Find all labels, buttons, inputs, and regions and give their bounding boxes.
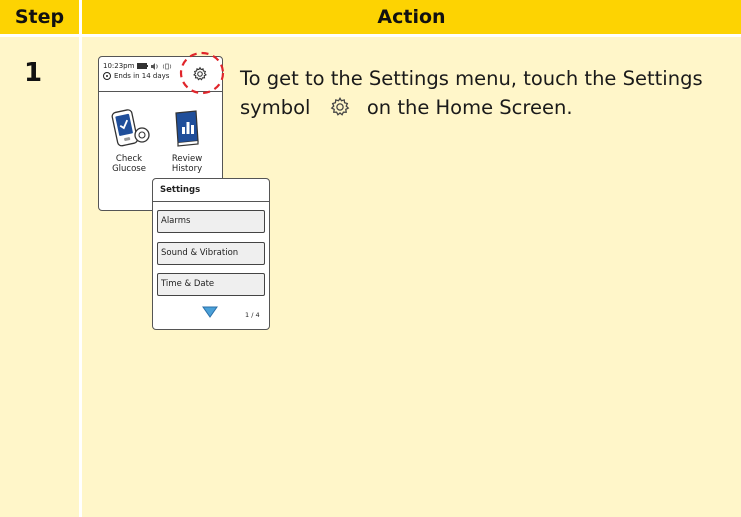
settings-title: Settings <box>160 185 201 195</box>
vibration-icon <box>163 63 172 69</box>
instruction-part2: on the Home Screen. <box>366 96 573 119</box>
menu-item-time-date[interactable]: Time & Date <box>157 273 265 296</box>
book-chart-icon <box>175 110 199 147</box>
step-number: 1 <box>24 58 43 88</box>
check-glucose-line2: Glucose <box>112 164 146 174</box>
speaker-icon <box>151 62 159 70</box>
step-column-header: Step <box>0 0 79 34</box>
reader-sensor-icon <box>111 109 150 147</box>
sensor-icon <box>103 72 111 80</box>
review-history-button[interactable]: Review History <box>162 105 212 174</box>
instruction-text: To get to the Settings menu, touch the S… <box>240 64 730 122</box>
highlight-circle <box>179 51 225 95</box>
check-glucose-button[interactable]: Check Glucose <box>104 105 154 174</box>
step-column <box>0 37 79 517</box>
scroll-down-arrow-icon[interactable] <box>202 306 218 318</box>
check-glucose-line1: Check <box>115 154 143 164</box>
action-column-header: Action <box>82 0 741 34</box>
battery-icon <box>137 63 149 69</box>
review-history-line2: History <box>171 164 203 174</box>
menu-item-alarms[interactable]: Alarms <box>157 210 265 233</box>
page-indicator: 1 / 4 <box>245 311 260 319</box>
time-display: 10:23pm <box>103 62 135 70</box>
menu-item-sound-vibration[interactable]: Sound & Vibration <box>157 242 265 265</box>
settings-divider <box>153 201 269 202</box>
gear-icon <box>329 96 351 118</box>
status-bar: 10:23pm Ends in 14 days <box>103 61 172 81</box>
review-history-line1: Review <box>171 154 203 164</box>
settings-screen: Settings Alarms Sound & Vibration Time &… <box>152 178 270 330</box>
sensor-status: Ends in 14 days <box>114 72 170 80</box>
